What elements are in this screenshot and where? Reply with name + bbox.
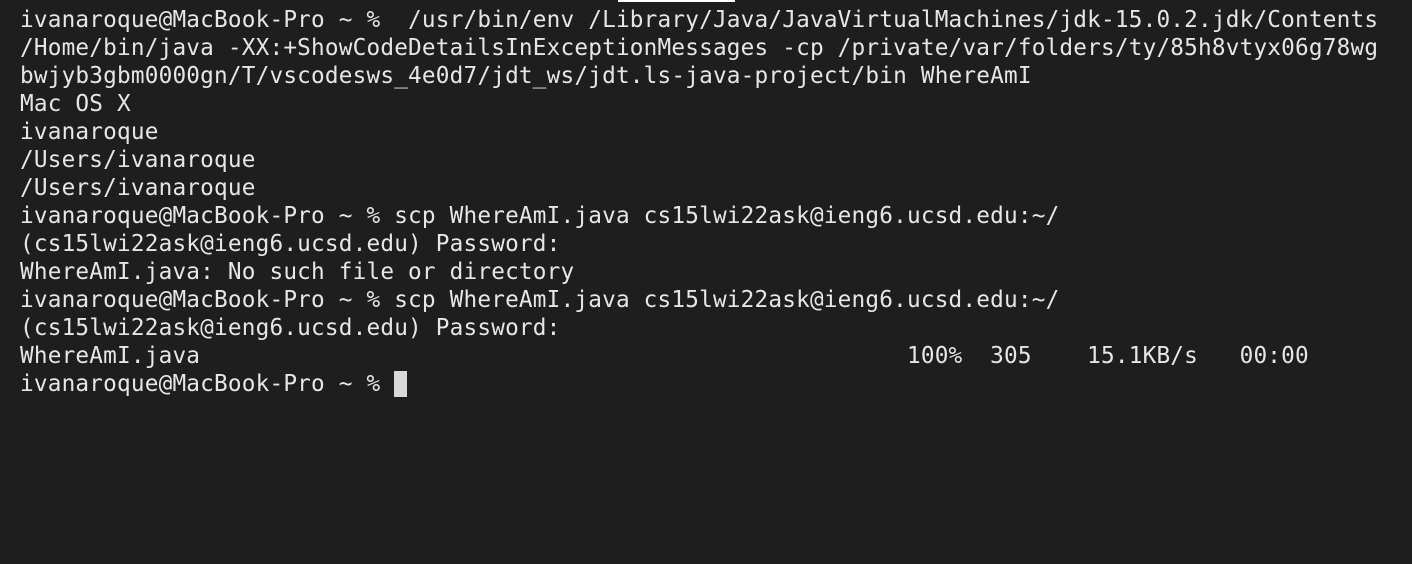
terminal-output[interactable]: ivanaroque@MacBook-Pro ~ % /usr/bin/env … <box>20 6 1404 398</box>
shell-prompt: ivanaroque@MacBook-Pro ~ % <box>20 371 395 397</box>
terminal-line: WhereAmI.java: No such file or directory <box>20 259 575 285</box>
terminal-line: ivanaroque@MacBook-Pro ~ % scp WhereAmI.… <box>20 287 1060 313</box>
prompt-line[interactable]: ivanaroque@MacBook-Pro ~ % <box>20 370 1404 398</box>
window-top-indicator <box>618 0 735 2</box>
terminal-line: ivanaroque <box>20 119 159 145</box>
terminal-line: ivanaroque@MacBook-Pro ~ % scp WhereAmI.… <box>20 203 1060 229</box>
terminal-line: /Users/ivanaroque <box>20 175 256 201</box>
terminal-line: (cs15lwi22ask@ieng6.ucsd.edu) Password: <box>20 315 561 341</box>
terminal-line: WhereAmI.java 100% 305 15.1KB/s 00:00 <box>20 343 1309 369</box>
terminal-line: /Users/ivanaroque <box>20 147 256 173</box>
terminal-line: (cs15lwi22ask@ieng6.ucsd.edu) Password: <box>20 231 561 257</box>
text-cursor <box>394 371 408 397</box>
terminal-line: bwjyb3gbm0000gn/T/vscodesws_4e0d7/jdt_ws… <box>20 63 1032 89</box>
terminal-line: /Home/bin/java -XX:+ShowCodeDetailsInExc… <box>20 35 1379 61</box>
terminal-line: ivanaroque@MacBook-Pro ~ % /usr/bin/env … <box>20 7 1379 33</box>
terminal-line: Mac OS X <box>20 91 131 117</box>
